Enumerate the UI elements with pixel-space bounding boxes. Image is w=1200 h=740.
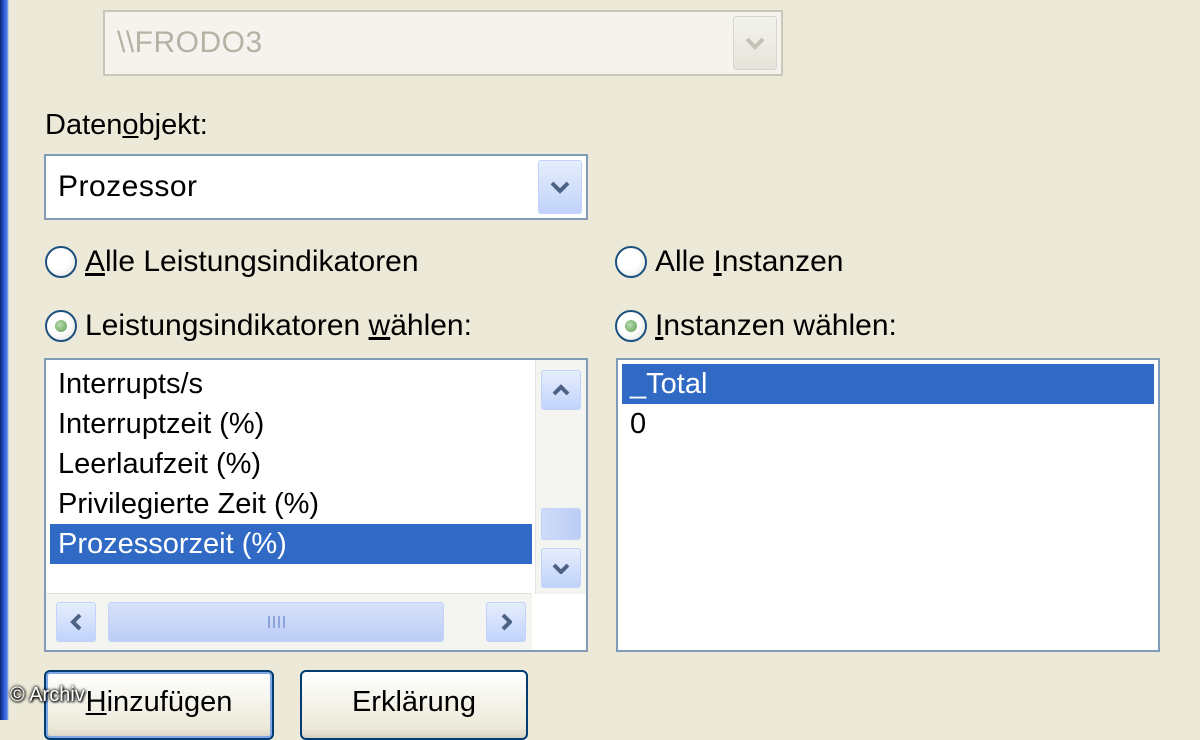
chevron-down-icon (550, 181, 570, 194)
all-counters-radio[interactable]: Alle Leistungsindikatoren (45, 242, 419, 282)
counter-item[interactable]: Interruptzeit (%) (50, 404, 532, 444)
scroll-thumb-horizontal[interactable] (108, 602, 444, 642)
scroll-thumb-vertical[interactable] (541, 508, 581, 540)
chevron-left-icon (70, 613, 82, 631)
data-object-select[interactable]: Prozessor (44, 154, 588, 220)
counter-item[interactable]: Privilegierte Zeit (%) (50, 484, 532, 524)
counter-item-selected[interactable]: Prozessorzeit (%) (50, 524, 532, 564)
radio-button-unchecked[interactable] (615, 246, 647, 278)
counter-item[interactable]: Interrupts/s (50, 364, 532, 404)
chevron-down-icon (552, 563, 570, 574)
computer-select: \\FRODO3 (103, 10, 783, 76)
data-object-label: Daten o bjekt: (45, 108, 208, 141)
all-instances-radio[interactable]: Alle Instanzen (615, 242, 843, 282)
radio-dot-icon (625, 320, 637, 332)
chevron-right-icon (501, 613, 512, 631)
radio-button-checked[interactable] (615, 310, 647, 342)
instances-listbox[interactable]: _Total 0 (616, 358, 1160, 652)
computer-select-value: \\FRODO3 (117, 26, 263, 59)
radio-button-unchecked[interactable] (45, 246, 77, 278)
radio-dot-icon (55, 320, 67, 332)
counter-item[interactable]: Leerlaufzeit (%) (50, 444, 532, 484)
explain-button[interactable]: Erklärung (300, 670, 528, 740)
scroll-right-button[interactable] (486, 602, 526, 642)
computer-dropdown-button (733, 16, 777, 70)
counters-listbox[interactable]: Interrupts/s Interruptzeit (%) Leerlaufz… (44, 358, 588, 652)
instance-item-selected[interactable]: _Total (622, 364, 1154, 404)
all-counters-label: Alle Leistungsindikatoren (85, 245, 419, 278)
select-instances-radio[interactable]: Instanzen wählen: (615, 306, 897, 346)
data-object-dropdown-button[interactable] (538, 160, 582, 214)
watermark: © Archiv (10, 684, 85, 706)
scroll-down-button[interactable] (541, 548, 581, 588)
scroll-left-button[interactable] (56, 602, 96, 642)
chevron-up-icon (552, 384, 570, 396)
counters-vertical-scrollbar[interactable] (535, 360, 586, 594)
all-instances-label: Alle Instanzen (655, 245, 844, 278)
chevron-down-icon (745, 37, 765, 50)
instance-item[interactable]: 0 (622, 404, 1154, 444)
grip-icon (267, 616, 285, 628)
counters-horizontal-scrollbar[interactable] (46, 593, 532, 650)
radio-button-checked[interactable] (45, 310, 77, 342)
select-counters-radio[interactable]: Leistungsindikatoren wählen: (45, 306, 472, 346)
select-instances-label: Instanzen wählen: (655, 309, 897, 342)
window-frame-edge (0, 0, 9, 720)
scroll-up-button[interactable] (541, 370, 581, 410)
data-object-select-value: Prozessor (58, 170, 198, 203)
select-counters-label: Leistungsindikatoren wählen: (85, 309, 472, 342)
